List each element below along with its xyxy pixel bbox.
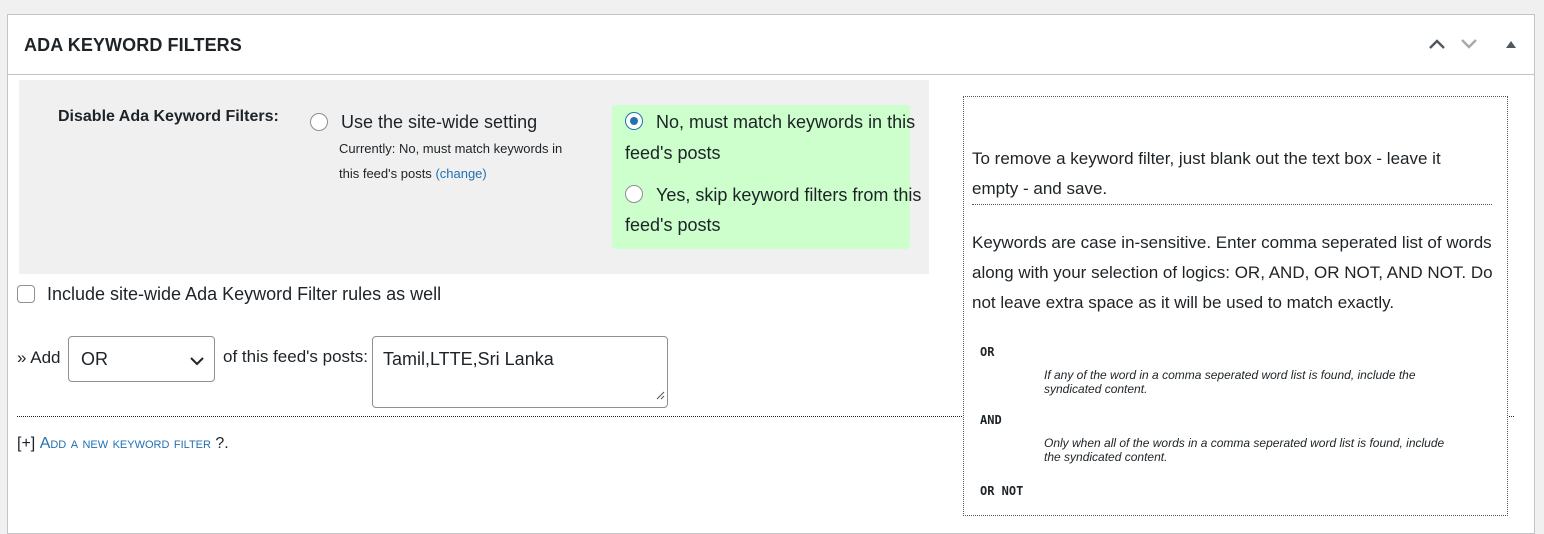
collapse-toggle-icon[interactable] <box>1500 33 1522 55</box>
help-keywords-line1: Keywords are case in-sensitive. Enter co… <box>972 233 1492 252</box>
chevron-down-icon <box>190 353 204 371</box>
radio-yes-skip[interactable] <box>625 185 643 203</box>
help-separator <box>972 204 1492 205</box>
add-new-filter-row: [+] Add a new keyword filter ?. <box>17 435 229 453</box>
add-prefix-label: » Add <box>17 348 61 367</box>
move-up-icon[interactable] <box>1426 33 1448 55</box>
logic-select-value: OR <box>81 349 108 369</box>
yes-skip-label: Yes, skip keyword filters from this <box>656 185 922 205</box>
logic-op-or: OR <box>980 345 995 359</box>
change-link[interactable]: (change) <box>435 166 486 181</box>
add-new-tail: ?. <box>215 435 229 452</box>
include-sitewide-label: Include site-wide Ada Keyword Filter rul… <box>47 284 442 304</box>
keywords-value: Tamil,LTTE,Sri Lanka <box>383 349 554 369</box>
no-must-match-label: No, must match keywords in this <box>656 112 916 132</box>
move-down-icon[interactable] <box>1458 33 1480 55</box>
currently-note-line2: this feed's posts (change) <box>339 166 487 181</box>
site-wide-option-label: Use the site-wide setting <box>341 112 538 132</box>
help-keywords-line2: along with your selection of logics: OR,… <box>972 263 1493 282</box>
currently-note-line1: Currently: No, must match keywords in <box>339 141 563 156</box>
radio-no-must-match[interactable] <box>625 112 643 130</box>
add-bracket: [+] <box>17 435 36 452</box>
logic-op-and: AND <box>980 413 1002 427</box>
panel-title: ADA KEYWORD FILTERS <box>24 35 242 55</box>
radio-site-wide[interactable] <box>310 113 328 131</box>
keywords-textarea[interactable]: Tamil,LTTE,Sri Lanka <box>372 336 668 408</box>
feed-posts-label: of this feed's posts: <box>223 347 368 366</box>
help-panel: To remove a keyword filter, just blank o… <box>963 96 1508 516</box>
disable-filters-label: Disable Ada Keyword Filters: <box>58 108 279 125</box>
include-sitewide-checkbox[interactable] <box>17 285 35 303</box>
help-remove-line1: To remove a keyword filter, just blank o… <box>972 149 1441 168</box>
yes-skip-label-cont: feed's posts <box>625 215 721 235</box>
panel-header: ADA KEYWORD FILTERS <box>8 15 1534 75</box>
logic-select[interactable]: OR <box>68 336 215 382</box>
logic-op-or-not: OR NOT <box>980 484 1024 498</box>
logic-desc-and: Only when all of the words in a comma se… <box>1044 436 1445 464</box>
add-new-filter-link[interactable]: Add a new keyword filter <box>40 435 211 452</box>
logic-desc-or: If any of the word in a comma seperated … <box>1044 368 1416 396</box>
help-remove-line2: empty - and save. <box>972 179 1108 198</box>
help-keywords-line3: not leave extra space as it will be used… <box>972 293 1395 312</box>
resize-grip-icon[interactable] <box>655 387 665 405</box>
no-must-match-label-cont: feed's posts <box>625 143 721 163</box>
